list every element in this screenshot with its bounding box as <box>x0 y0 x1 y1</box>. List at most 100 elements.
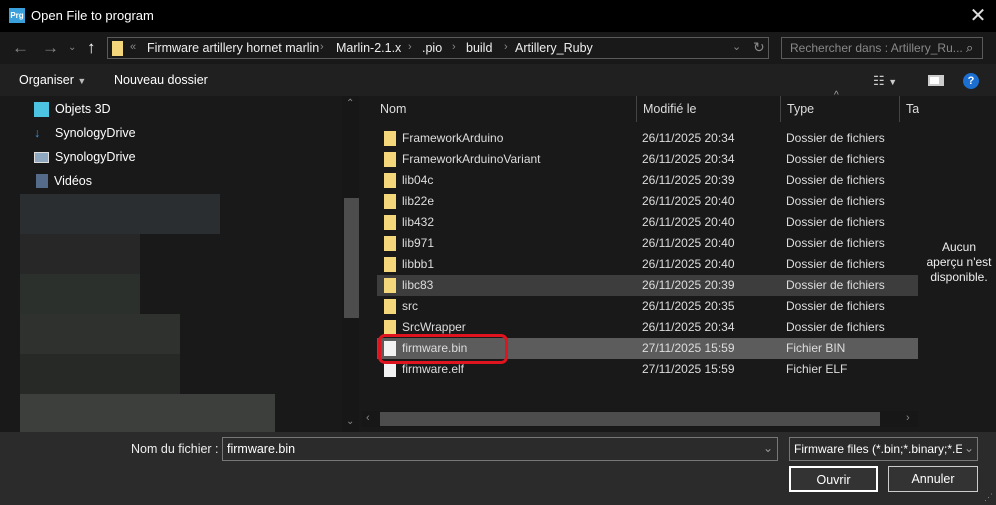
sidebar-item-synologydrive[interactable]: ↓ SynologyDrive <box>34 123 136 143</box>
open-button[interactable]: Ouvrir <box>789 466 878 492</box>
file-modified: 26/11/2025 20:40 <box>642 236 735 250</box>
highlight-box <box>378 334 508 364</box>
folder-icon <box>384 320 396 335</box>
file-modified: 26/11/2025 20:40 <box>642 257 735 271</box>
chevron-right-icon: › <box>320 41 324 53</box>
preview-pane-icon[interactable] <box>928 75 944 86</box>
file-type: Dossier de fichiers <box>786 257 885 271</box>
file-type: Dossier de fichiers <box>786 278 885 292</box>
file-row[interactable]: FrameworkArduino 26/11/2025 20:34 Dossier … <box>377 128 918 149</box>
column-header-type[interactable]: Type <box>780 96 898 122</box>
horizontal-scrollbar-thumb[interactable] <box>380 412 880 426</box>
new-folder-button[interactable]: Nouveau dossier <box>114 73 208 87</box>
chevron-down-icon[interactable]: ⌄ <box>763 441 773 455</box>
column-header-size[interactable]: Tail <box>899 96 919 122</box>
file-modified: 26/11/2025 20:39 <box>642 173 735 187</box>
file-type-select[interactable]: Firmware files (*.bin;*.binary;*.E ⌄ <box>789 437 978 461</box>
file-name: FrameworkArduino <box>402 131 504 145</box>
file-row[interactable]: lib432 26/11/2025 20:40 Dossier de fichier… <box>377 212 918 233</box>
organize-button[interactable]: Organiser ▼ <box>19 73 86 87</box>
file-modified: 26/11/2025 20:35 <box>642 299 735 313</box>
file-type: Dossier de fichiers <box>786 215 885 229</box>
refresh-icon[interactable]: ↻ <box>753 39 765 56</box>
file-modified: 26/11/2025 20:34 <box>642 320 735 334</box>
sidebar-item-label: Objets 3D <box>55 102 111 116</box>
back-arrow-icon[interactable]: ← <box>12 38 29 58</box>
folder-icon <box>384 173 396 188</box>
help-icon[interactable]: ? <box>963 73 979 89</box>
file-row[interactable]: lib22e 26/11/2025 20:40 Dossier de fichier… <box>377 191 918 212</box>
breadcrumb-item[interactable]: build <box>466 41 492 55</box>
view-options-icon[interactable]: ☷ ▼ <box>873 73 897 89</box>
cancel-button[interactable]: Annuler <box>888 466 978 492</box>
file-row[interactable]: src 26/11/2025 20:35 Dossier de fichiers <box>377 296 918 317</box>
file-row[interactable]: lib971 26/11/2025 20:40 Dossier de fichier… <box>377 233 918 254</box>
file-name: firmware.elf <box>402 362 465 376</box>
file-row[interactable]: libc83 26/11/2025 20:39 Dossier de fichier… <box>377 275 918 296</box>
search-input[interactable]: Rechercher dans : Artillery_Ru... ⌕ <box>781 37 983 59</box>
file-type-value: Firmware files (*.bin;*.binary;*.E <box>794 442 962 456</box>
title-bar: Prg Open File to program ✕ <box>0 0 996 32</box>
file-name: src <box>402 299 418 313</box>
sidebar-item-synologydrive-2[interactable]: SynologyDrive <box>34 147 136 167</box>
search-placeholder: Rechercher dans : Artillery_Ru... <box>790 41 963 55</box>
filename-value: firmware.bin <box>227 442 296 456</box>
folder-icon <box>384 299 396 314</box>
file-row[interactable]: FrameworkArduinoVariant 26/11/2025 20:34 D… <box>377 149 918 170</box>
file-type: Fichier ELF <box>786 362 848 376</box>
file-name: lib22e <box>402 194 435 208</box>
resize-grip-icon[interactable]: ⋰ <box>984 492 993 503</box>
caret-down-icon: ▼ <box>77 76 87 86</box>
file-type: Dossier de fichiers <box>786 299 885 313</box>
preview-pane: Aucun aperçu n'est disponible. <box>920 96 996 432</box>
address-bar[interactable]: « Firmware artillery hornet marlin › Mar… <box>107 37 769 59</box>
sidebar-scrollbar-thumb[interactable] <box>344 198 359 318</box>
file-row[interactable]: lib04c 26/11/2025 20:39 Dossier de fichier… <box>377 170 918 191</box>
breadcrumb-item[interactable]: Marlin-2.1.x <box>336 41 401 55</box>
breadcrumb-item[interactable]: Firmware artillery hornet marlin <box>147 41 319 55</box>
file-name: lib971 <box>402 236 435 250</box>
scroll-up-icon[interactable]: ⌃ <box>346 98 354 109</box>
app-icon: Prg <box>9 8 25 23</box>
file-modified: 26/11/2025 20:34 <box>642 131 735 145</box>
file-icon <box>384 362 396 377</box>
folder-icon <box>384 257 396 272</box>
chevron-down-icon: ⌄ <box>964 441 975 455</box>
column-header-modified[interactable]: Modifié le <box>636 96 779 122</box>
file-modified: 26/11/2025 20:34 <box>642 152 735 166</box>
file-row[interactable]: libbb1 26/11/2025 20:40 Dossier de fichier… <box>377 254 918 275</box>
sidebar-item-videos[interactable]: Vidéos <box>34 171 92 191</box>
breadcrumb-overflow[interactable]: « <box>130 41 136 53</box>
sidebar-item-label: Vidéos <box>54 174 92 188</box>
folder-icon <box>384 194 396 209</box>
sidebar-item-objets-3d[interactable]: Objets 3D <box>34 99 111 119</box>
close-button[interactable]: ✕ <box>964 3 992 29</box>
file-modified: 27/11/2025 15:59 <box>642 341 735 355</box>
filename-input[interactable]: firmware.bin ⌄ <box>222 437 778 461</box>
recent-chevron-icon[interactable]: ⌄ <box>68 42 76 53</box>
chevron-right-icon: › <box>408 41 412 53</box>
file-modified: 26/11/2025 20:40 <box>642 194 735 208</box>
breadcrumb-item[interactable]: Artillery_Ruby <box>515 41 593 55</box>
video-icon <box>36 174 48 188</box>
chevron-down-icon[interactable]: ⌄ <box>732 40 741 53</box>
file-modified: 27/11/2025 15:59 <box>642 362 735 376</box>
breadcrumb-item[interactable]: .pio <box>422 41 442 55</box>
chevron-right-icon: › <box>504 41 508 53</box>
column-header-name[interactable]: Nom <box>374 96 636 122</box>
scroll-down-icon[interactable]: ⌄ <box>346 416 354 427</box>
scroll-left-icon[interactable]: ‹ <box>366 412 370 424</box>
file-modified: 26/11/2025 20:39 <box>642 278 735 292</box>
sort-ascending-icon: ^ <box>834 90 839 101</box>
filename-label: Nom du fichier : <box>131 442 219 456</box>
file-type: Fichier BIN <box>786 341 846 355</box>
forward-arrow-icon[interactable]: → <box>42 38 59 58</box>
image-icon <box>34 151 49 163</box>
scroll-right-icon[interactable]: › <box>906 412 910 424</box>
file-type: Dossier de fichiers <box>786 320 885 334</box>
file-type: Dossier de fichiers <box>786 173 885 187</box>
sidebar-item-label: SynologyDrive <box>55 126 136 140</box>
up-arrow-icon[interactable]: ↑ <box>87 38 96 58</box>
folder-icon <box>384 278 396 293</box>
folder-icon <box>384 131 396 146</box>
